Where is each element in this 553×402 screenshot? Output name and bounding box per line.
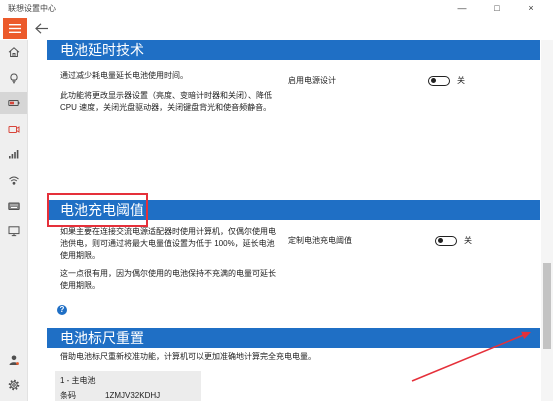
annotation-highlight-box <box>47 193 148 227</box>
sidebar <box>0 40 28 401</box>
help-icon[interactable]: ? <box>57 305 67 315</box>
toggle-knob <box>431 78 436 84</box>
battery-icon <box>8 100 20 106</box>
close-button[interactable]: × <box>516 0 546 17</box>
battery-info-card: 1 - 主电池 条码 1ZMJV32KDHJ <box>55 371 201 401</box>
battery-extender-toggle[interactable] <box>428 76 450 86</box>
toggle-knob <box>438 238 443 244</box>
charge-threshold-details: 这一点很有用，因为偶尔使用的电池保持不充满的电量可延长使用期限。 <box>60 269 276 290</box>
maximize-button[interactable]: □ <box>482 0 512 17</box>
menu-button[interactable] <box>3 18 27 39</box>
charge-threshold-description: 如果主要在连接交流电源适配器时使用计算机，仅偶尔使用电池供电，则可通过将最大电量… <box>60 227 276 260</box>
signal-icon <box>9 150 19 159</box>
charge-threshold-toggle-state: 关 <box>464 236 472 245</box>
network-icon <box>9 176 19 185</box>
back-arrow-icon <box>35 23 48 34</box>
charge-threshold-toggle[interactable] <box>435 236 457 246</box>
sidebar-item-signal[interactable] <box>0 143 27 165</box>
gauge-reset-description: 借助电池标尺重新校准功能，计算机可以更加准确地计算完全充电电量。 <box>60 352 316 361</box>
sidebar-item-display[interactable] <box>0 220 27 242</box>
sidebar-item-keyboard[interactable] <box>0 195 27 217</box>
sidebar-item-account[interactable] <box>0 349 27 371</box>
sidebar-item-network[interactable] <box>0 169 27 191</box>
monitor-icon <box>8 226 20 237</box>
barcode-value: 1ZMJV32KDHJ <box>105 391 161 400</box>
section-header-battery-extender: 电池延时技术 <box>47 40 540 60</box>
home-icon <box>8 47 20 57</box>
camera-icon <box>8 126 20 133</box>
lightbulb-icon <box>10 73 18 84</box>
sidebar-item-settings[interactable] <box>0 374 27 396</box>
gear-icon <box>8 379 20 391</box>
app-title: 联想设置中心 <box>8 4 56 13</box>
sidebar-item-home[interactable] <box>0 41 27 63</box>
minimize-button[interactable]: — <box>447 0 477 17</box>
section-header-gauge-reset: 电池标尺重置 <box>47 328 540 348</box>
scrollbar-thumb[interactable] <box>543 263 551 349</box>
barcode-label: 条码 <box>60 391 76 400</box>
sidebar-item-camera[interactable] <box>0 118 27 140</box>
charge-threshold-setting-label: 定制电池充电阈值 <box>288 236 352 245</box>
back-button[interactable] <box>33 21 51 36</box>
battery-extender-description: 通过减少耗电量延长电池使用时间。 <box>60 71 188 80</box>
battery-extender-details: 此功能将更改显示器设置（亮度、变暗计时器和关闭）、降低 CPU 速度，关闭光盘驱… <box>60 91 272 112</box>
sidebar-item-battery[interactable] <box>0 92 27 114</box>
scrollbar[interactable] <box>541 40 553 401</box>
keyboard-icon <box>8 202 20 210</box>
battery-extender-toggle-state: 关 <box>457 76 465 85</box>
battery-extender-setting-label: 启用电源设计 <box>288 76 336 85</box>
sidebar-item-lighting[interactable] <box>0 67 27 89</box>
user-icon <box>9 355 19 365</box>
title-bar: 联想设置中心 — □ × <box>0 0 553 17</box>
hamburger-icon <box>9 24 21 33</box>
battery-name: 1 - 主电池 <box>60 376 96 385</box>
